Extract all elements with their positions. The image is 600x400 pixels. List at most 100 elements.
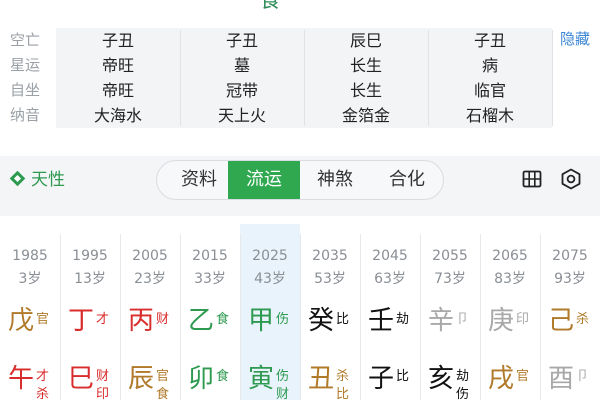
luck-column[interactable]: 2035 53岁癸比丑杀比 <box>300 224 360 400</box>
branch-ten-god: 财 <box>96 369 110 384</box>
tab-liuyun[interactable]: 流运 <box>228 161 300 199</box>
luck-column[interactable]: 2025 43岁甲伤寅伤财 <box>240 224 300 400</box>
heavenly-stem: 丙 <box>128 306 155 336</box>
luck-year: 2025 <box>252 248 288 264</box>
earthly-branch: 巳 <box>68 364 95 394</box>
branch-ten-god: 食 <box>156 387 170 400</box>
luck-age: 13岁 <box>74 271 106 287</box>
earthly-branch: 酉 <box>548 364 575 394</box>
stem-ten-god: 比 <box>336 312 350 327</box>
branch-ten-god: 印 <box>96 387 110 400</box>
heavenly-stem: 戊 <box>8 306 35 336</box>
branch-ten-god: 伤 <box>276 369 290 384</box>
info-row-zizuo: 自坐 帝旺 冠带 长生 临官 <box>0 78 600 103</box>
branch-ten-god: 卩 <box>576 369 590 384</box>
luck-age: 33岁 <box>194 271 226 287</box>
luck-column[interactable]: 2045 63岁壬劫子比 <box>360 224 420 400</box>
info-cell: 帝旺 <box>101 81 134 100</box>
column-divider <box>304 30 305 126</box>
luck-column[interactable]: 2015 33岁乙食卯食 <box>180 224 240 400</box>
branch-ten-god: 杀 <box>36 387 50 400</box>
column-separator <box>480 234 481 400</box>
luck-year: 2045 <box>372 248 408 264</box>
luck-year: 2015 <box>192 248 228 264</box>
column-separator <box>300 234 301 400</box>
column-separator <box>60 234 61 400</box>
info-cell: 天上火 <box>217 106 266 125</box>
row-label: 纳音 <box>10 106 41 124</box>
heavenly-stem: 辛 <box>428 306 455 336</box>
luck-age: 53岁 <box>314 271 346 287</box>
stem-ten-god: 财 <box>156 312 170 327</box>
branch-ten-god: 伤 <box>456 387 470 400</box>
info-cell: 冠带 <box>225 81 258 100</box>
info-cell: 帝旺 <box>101 56 134 75</box>
heavenly-stem: 癸 <box>308 306 335 336</box>
info-cell: 子丑 <box>101 31 134 50</box>
tianxing-link[interactable]: 天性 <box>9 168 65 192</box>
branch-ten-god: 财 <box>276 387 290 400</box>
column-separator <box>360 234 361 400</box>
luck-pillars: 1985 3岁戊官午才杀 1995 13岁丁才巳财印 2005 23岁丙财辰官食 2015 3… <box>0 216 600 400</box>
luck-column[interactable]: 1995 13岁丁才巳财印 <box>60 224 120 400</box>
info-cell: 长生 <box>349 56 382 75</box>
column-divider <box>180 30 181 126</box>
stem-ten-god: 卩 <box>456 312 470 327</box>
heavenly-stem: 丁 <box>68 306 95 336</box>
luck-age: 93岁 <box>554 271 586 287</box>
luck-column[interactable]: 2055 73岁辛卩亥劫伤 <box>420 224 480 400</box>
stem-ten-god: 伤 <box>276 312 290 327</box>
column-divider <box>428 30 429 126</box>
info-cell: 大海水 <box>93 106 142 125</box>
column-divider <box>552 30 553 126</box>
earthly-branch: 戌 <box>488 364 515 394</box>
grid-icon[interactable] <box>522 169 542 189</box>
earthly-branch: 卯 <box>188 364 215 394</box>
tab-shensha[interactable]: 神煞 <box>305 161 365 199</box>
stem-ten-god: 杀 <box>576 312 590 327</box>
tab-hehua[interactable]: 合化 <box>377 161 437 199</box>
luck-year: 2075 <box>552 248 588 264</box>
branch-ten-god: 才 <box>36 369 50 384</box>
luck-column[interactable]: 2005 23岁丙财辰官食 <box>120 224 180 400</box>
branch-ten-god: 劫 <box>456 369 470 384</box>
stem-ten-god: 劫 <box>396 312 410 327</box>
info-cell: 辰巳 <box>349 31 382 50</box>
earthly-branch: 辰 <box>128 364 155 394</box>
luck-column[interactable]: 2065 83岁庚印戌官 <box>480 224 540 400</box>
info-table: 空亡 子丑 子丑 辰巳 子丑 星运 帝旺 墓 长生 病 自坐 帝旺 冠带 长生 … <box>0 24 600 180</box>
luck-age: 83岁 <box>494 271 526 287</box>
row-label: 星运 <box>10 56 41 74</box>
column-separator <box>420 234 421 400</box>
gear-icon[interactable] <box>560 168 582 190</box>
info-cell: 金箔金 <box>341 106 390 125</box>
luck-column[interactable]: 1985 3岁戊官午才杀 <box>0 224 60 400</box>
heavenly-stem: 乙 <box>188 306 215 336</box>
column-separator <box>180 234 181 400</box>
info-cell: 石榴木 <box>465 106 514 125</box>
app-screen: 食 空亡 子丑 子丑 辰巳 子丑 星运 帝旺 墓 长生 病 自坐 帝旺 冠带 长… <box>0 0 600 400</box>
luck-year: 2005 <box>132 248 168 264</box>
luck-column[interactable]: 2075 93岁己杀酉卩 <box>540 224 600 400</box>
luck-age: 63岁 <box>374 271 406 287</box>
info-row-kongwang: 空亡 子丑 子丑 辰巳 子丑 <box>0 28 600 53</box>
info-cell: 临官 <box>473 81 506 100</box>
branch-ten-god: 官 <box>516 369 530 384</box>
earthly-branch: 亥 <box>428 364 455 394</box>
earthly-branch: 午 <box>8 364 35 394</box>
top-ten-god-char: 食 <box>259 0 281 12</box>
segmented-tabs: 资料 流运 神煞 合化 <box>156 160 444 200</box>
branch-ten-god: 比 <box>336 387 350 400</box>
hide-button[interactable]: 隐藏 <box>560 28 598 50</box>
branch-ten-god: 食 <box>216 369 230 384</box>
info-cell: 长生 <box>349 81 382 100</box>
heavenly-stem: 己 <box>548 306 575 336</box>
tab-ziliao[interactable]: 资料 <box>169 161 229 199</box>
stem-ten-god: 官 <box>36 312 50 327</box>
stem-ten-god: 食 <box>216 312 230 327</box>
diamond-icon <box>9 170 26 187</box>
info-cell: 病 <box>481 56 498 75</box>
stem-ten-god: 才 <box>96 312 110 327</box>
earthly-branch: 丑 <box>308 364 335 394</box>
earthly-branch: 寅 <box>248 364 275 394</box>
